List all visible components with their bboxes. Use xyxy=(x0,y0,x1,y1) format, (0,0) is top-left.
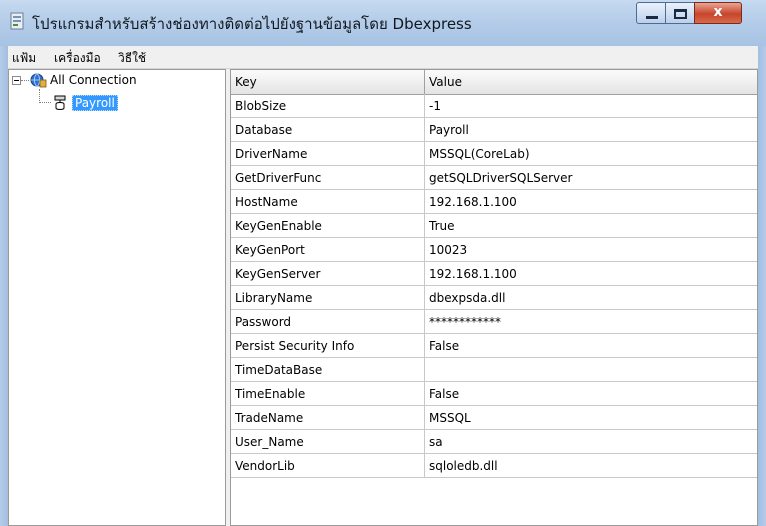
menu-tools[interactable]: เครื่องมือ xyxy=(54,49,101,68)
app-icon xyxy=(10,12,24,30)
table-row[interactable]: Persist Security Info False xyxy=(231,334,757,358)
key-cell[interactable]: Persist Security Info xyxy=(231,334,425,358)
client-area: แฟ้ม เครื่องมือ วิธีใช้ All Connection P… xyxy=(8,46,758,526)
table-row[interactable]: KeyGenEnable True xyxy=(231,214,757,238)
table-row[interactable]: KeyGenServer 192.168.1.100 xyxy=(231,262,757,286)
table-row[interactable]: TimeEnable False xyxy=(231,382,757,406)
minimize-icon xyxy=(646,16,658,19)
column-header-value[interactable]: Value xyxy=(425,70,757,94)
key-cell[interactable]: KeyGenPort xyxy=(231,238,425,262)
tree-connector-vertical xyxy=(39,89,40,103)
menu-help[interactable]: วิธีใช้ xyxy=(118,49,146,68)
key-cell[interactable]: TradeName xyxy=(231,406,425,430)
table-row[interactable]: TimeDataBase xyxy=(231,358,757,382)
key-cell[interactable]: HostName xyxy=(231,190,425,214)
table-row[interactable]: User_Name sa xyxy=(231,430,757,454)
title-bar[interactable]: โปรแกรมสำหรับสร้างช่องทางติดต่อไปยังฐานข… xyxy=(0,0,766,46)
key-cell[interactable]: VendorLib xyxy=(231,454,425,478)
connection-tree[interactable]: All Connection Payroll xyxy=(8,69,226,526)
properties-grid[interactable]: Key Value BlobSize -1 Database Payroll Drive… xyxy=(230,69,758,526)
table-row[interactable]: HostName 192.168.1.100 xyxy=(231,190,757,214)
value-cell[interactable]: 192.168.1.100 xyxy=(425,190,757,214)
table-row[interactable]: BlobSize -1 xyxy=(231,94,757,118)
value-cell[interactable]: Payroll xyxy=(425,118,757,142)
value-cell[interactable]: sa xyxy=(425,430,757,454)
main-window: โปรแกรมสำหรับสร้างช่องทางติดต่อไปยังฐานข… xyxy=(0,0,766,526)
key-cell[interactable]: KeyGenEnable xyxy=(231,214,425,238)
tree-connector xyxy=(21,80,29,81)
table-row[interactable]: Password ************ xyxy=(231,310,757,334)
value-cell[interactable]: 10023 xyxy=(425,238,757,262)
value-cell[interactable]: False xyxy=(425,334,757,358)
window-title: โปรแกรมสำหรับสร้างช่องทางติดต่อไปยังฐานข… xyxy=(32,15,472,33)
key-cell[interactable]: User_Name xyxy=(231,430,425,454)
table-row[interactable]: LibraryName dbexpsda.dll xyxy=(231,286,757,310)
key-cell[interactable]: KeyGenServer xyxy=(231,262,425,286)
value-cell[interactable]: sqloledb.dll xyxy=(425,454,757,478)
menu-bar: แฟ้ม เครื่องมือ วิธีใช้ xyxy=(8,46,758,68)
tree-item-payroll[interactable]: Payroll xyxy=(72,95,118,111)
tree-root-label[interactable]: All Connection xyxy=(50,73,137,87)
table-row[interactable]: KeyGenPort 10023 xyxy=(231,238,757,262)
table-row[interactable]: DriverName MSSQL(CoreLab) xyxy=(231,142,757,166)
key-cell[interactable]: TimeDataBase xyxy=(231,358,425,382)
key-cell[interactable]: Database xyxy=(231,118,425,142)
tree-connector-child xyxy=(39,102,51,103)
close-icon: x xyxy=(713,4,723,20)
value-cell[interactable]: getSQLDriverSQLServer xyxy=(425,166,757,190)
value-cell[interactable]: 192.168.1.100 xyxy=(425,262,757,286)
minimize-button[interactable] xyxy=(636,2,666,24)
key-cell[interactable]: LibraryName xyxy=(231,286,425,310)
key-cell[interactable]: GetDriverFunc xyxy=(231,166,425,190)
key-cell[interactable]: BlobSize xyxy=(231,94,425,118)
value-cell[interactable]: False xyxy=(425,382,757,406)
key-cell[interactable]: TimeEnable xyxy=(231,382,425,406)
key-cell[interactable]: Password xyxy=(231,310,425,334)
database-connection-icon[interactable] xyxy=(30,72,47,88)
value-cell[interactable]: MSSQL(CoreLab) xyxy=(425,142,757,166)
value-cell[interactable]: -1 xyxy=(425,94,757,118)
table-row[interactable]: GetDriverFunc getSQLDriverSQLServer xyxy=(231,166,757,190)
collapse-toggle-icon[interactable] xyxy=(12,76,21,85)
maximize-icon xyxy=(674,9,687,19)
database-icon[interactable] xyxy=(53,95,67,110)
key-cell[interactable]: DriverName xyxy=(231,142,425,166)
close-button[interactable]: x xyxy=(694,2,742,24)
maximize-button[interactable] xyxy=(665,2,695,24)
value-cell[interactable]: MSSQL xyxy=(425,406,757,430)
window-frame-left xyxy=(0,46,8,526)
value-cell[interactable] xyxy=(425,358,757,382)
table-row[interactable]: VendorLib sqloledb.dll xyxy=(231,454,757,478)
window-frame-right xyxy=(758,46,766,526)
column-header-key[interactable]: Key xyxy=(231,70,425,94)
value-cell[interactable]: True xyxy=(425,214,757,238)
table-row[interactable]: Database Payroll xyxy=(231,118,757,142)
table-row[interactable]: TradeName MSSQL xyxy=(231,406,757,430)
value-cell[interactable]: ************ xyxy=(425,310,757,334)
value-cell[interactable]: dbexpsda.dll xyxy=(425,286,757,310)
grid-header: Key Value xyxy=(231,70,757,95)
menu-file[interactable]: แฟ้ม xyxy=(12,49,36,68)
